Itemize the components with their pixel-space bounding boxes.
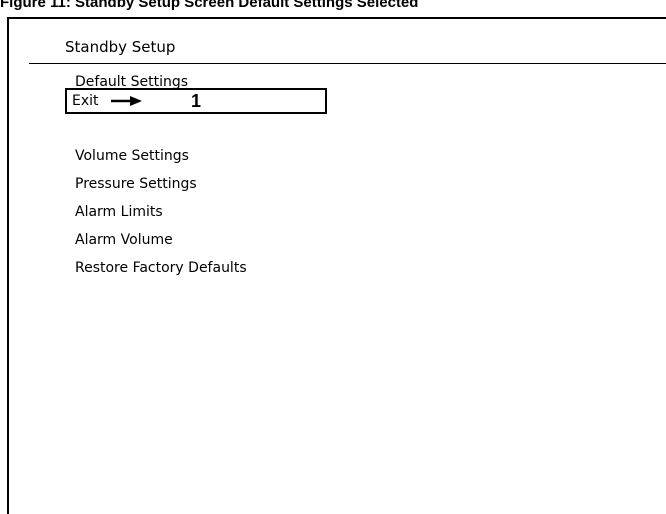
title-divider (29, 63, 666, 64)
figure-caption: Figure 11: Standby Setup Screen Default … (0, 0, 419, 11)
menu-item-exit-label: Exit (72, 93, 99, 109)
right-arrow-icon (111, 96, 142, 106)
menu-item-volume-settings[interactable]: Volume Settings (75, 147, 189, 165)
menu-item-alarm-volume[interactable]: Alarm Volume (75, 231, 173, 249)
screen-title: Standby Setup (65, 38, 176, 56)
menu-item-restore-factory-defaults[interactable]: Restore Factory Defaults (75, 259, 247, 277)
callout-number: 1 (191, 91, 202, 111)
menu-item-pressure-settings[interactable]: Pressure Settings (75, 175, 197, 193)
standby-setup-screen: Standby Setup Default Settings Exit 1 Vo… (7, 17, 666, 514)
menu-item-alarm-limits[interactable]: Alarm Limits (75, 203, 163, 221)
menu-item-exit-selected[interactable]: Exit 1 (65, 88, 327, 114)
